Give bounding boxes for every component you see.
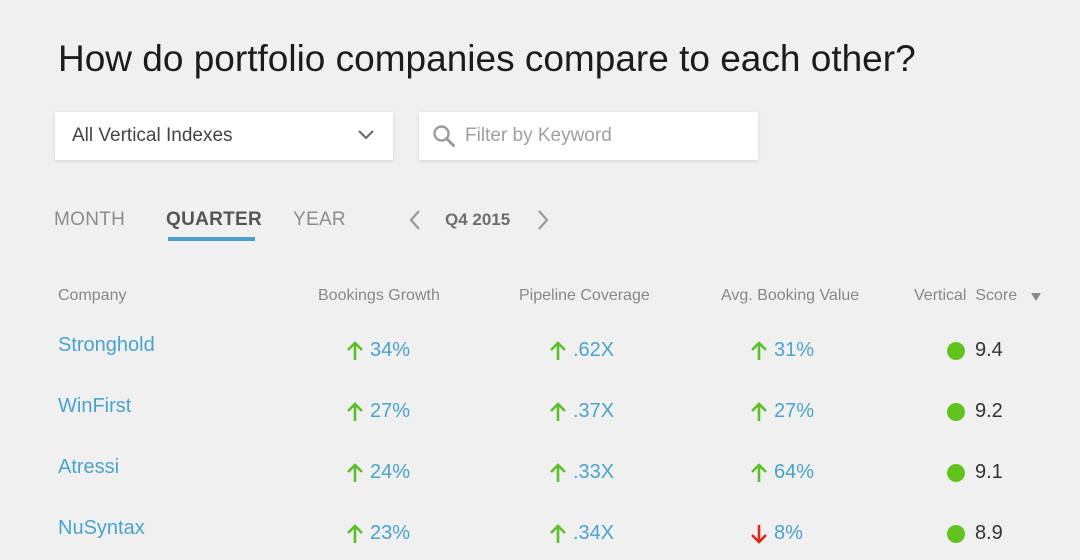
column-header-company[interactable]: Company (58, 287, 126, 305)
bookings-growth-cell-value: 27% (370, 400, 411, 422)
column-header-vertical-score[interactable]: Vertical Score (914, 287, 1017, 305)
pipeline-coverage-cell: .37X (549, 400, 614, 423)
arrow-up-icon (550, 523, 566, 543)
pipeline-coverage-cell: .33X (549, 461, 614, 484)
chevron-right-icon[interactable] (536, 209, 550, 231)
vertical-score-value: 9.1 (975, 461, 1003, 483)
bookings-growth-cell: 27% (346, 400, 410, 423)
arrow-up-icon (751, 340, 767, 360)
company-link[interactable]: Stronghold (58, 334, 155, 357)
bookings-growth-cell: 24% (346, 461, 410, 484)
pipeline-coverage-cell: .34X (549, 522, 614, 545)
chevron-down-icon (358, 130, 374, 140)
arrow-up-icon (550, 340, 566, 360)
pipeline-coverage-cell-value: .37X (573, 400, 615, 422)
pipeline-coverage-cell: .62X (549, 339, 614, 362)
vertical-score-cell: 8.9 (947, 522, 1003, 545)
pipeline-coverage-cell-value: .34X (573, 522, 615, 544)
column-header-pipeline-coverage[interactable]: Pipeline Coverage (519, 287, 650, 305)
avg-booking-value-cell: 8% (750, 522, 803, 545)
arrow-up-icon (347, 340, 363, 360)
bookings-growth-cell: 34% (346, 339, 410, 362)
bookings-growth-cell-value: 34% (370, 339, 411, 361)
avg-booking-value-cell: 31% (750, 339, 814, 362)
page-title: How do portfolio companies compare to ea… (58, 38, 916, 79)
arrow-down-icon (751, 524, 767, 544)
status-dot-icon (947, 524, 965, 543)
sort-desc-icon[interactable] (1030, 292, 1042, 302)
pipeline-coverage-cell-value: .62X (573, 339, 615, 361)
search-icon (433, 125, 455, 147)
bookings-growth-cell: 23% (346, 522, 410, 545)
active-tab-indicator (168, 237, 255, 241)
chevron-left-icon[interactable] (408, 209, 422, 231)
keyword-search (419, 112, 758, 160)
arrow-up-icon (347, 401, 363, 421)
status-dot-icon (947, 463, 965, 482)
vertical-score-cell: 9.2 (947, 400, 1003, 423)
column-header-avg-booking-value[interactable]: Avg. Booking Value (721, 287, 859, 305)
tab-quarter[interactable]: QUARTER (166, 209, 262, 231)
arrow-up-icon (347, 523, 363, 543)
period-label: Q4 2015 (445, 210, 511, 229)
vertical-index-dropdown[interactable]: All Vertical Indexes (55, 112, 393, 160)
dropdown-selected-value: All Vertical Indexes (72, 125, 233, 146)
vertical-score-value: 9.2 (975, 400, 1003, 422)
vertical-score-value: 9.4 (975, 339, 1003, 361)
avg-booking-value-cell-value: 31% (774, 339, 815, 361)
company-link[interactable]: Atressi (58, 456, 119, 479)
arrow-up-icon (347, 462, 363, 482)
bookings-growth-cell-value: 23% (370, 522, 411, 544)
arrow-up-icon (751, 401, 767, 421)
status-dot-icon (947, 341, 965, 360)
arrow-up-icon (550, 462, 566, 482)
tab-year[interactable]: YEAR (293, 209, 346, 231)
status-dot-icon (947, 402, 965, 421)
avg-booking-value-cell: 64% (750, 461, 814, 484)
arrow-up-icon (550, 401, 566, 421)
avg-booking-value-cell-value: 64% (774, 461, 815, 483)
search-input[interactable] (465, 112, 745, 160)
bookings-growth-cell-value: 24% (370, 461, 411, 483)
vertical-score-cell: 9.4 (947, 339, 1003, 362)
tab-month[interactable]: MONTH (54, 209, 125, 231)
avg-booking-value-cell-value: 27% (774, 400, 815, 422)
vertical-score-cell: 9.1 (947, 461, 1003, 484)
arrow-up-icon (751, 462, 767, 482)
column-header-bookings-growth[interactable]: Bookings Growth (318, 287, 440, 305)
company-link[interactable]: WinFirst (58, 395, 131, 418)
avg-booking-value-cell: 27% (750, 400, 814, 423)
company-link[interactable]: NuSyntax (58, 517, 145, 540)
pipeline-coverage-cell-value: .33X (573, 461, 615, 483)
avg-booking-value-cell-value: 8% (774, 522, 803, 544)
vertical-score-value: 8.9 (975, 522, 1003, 544)
